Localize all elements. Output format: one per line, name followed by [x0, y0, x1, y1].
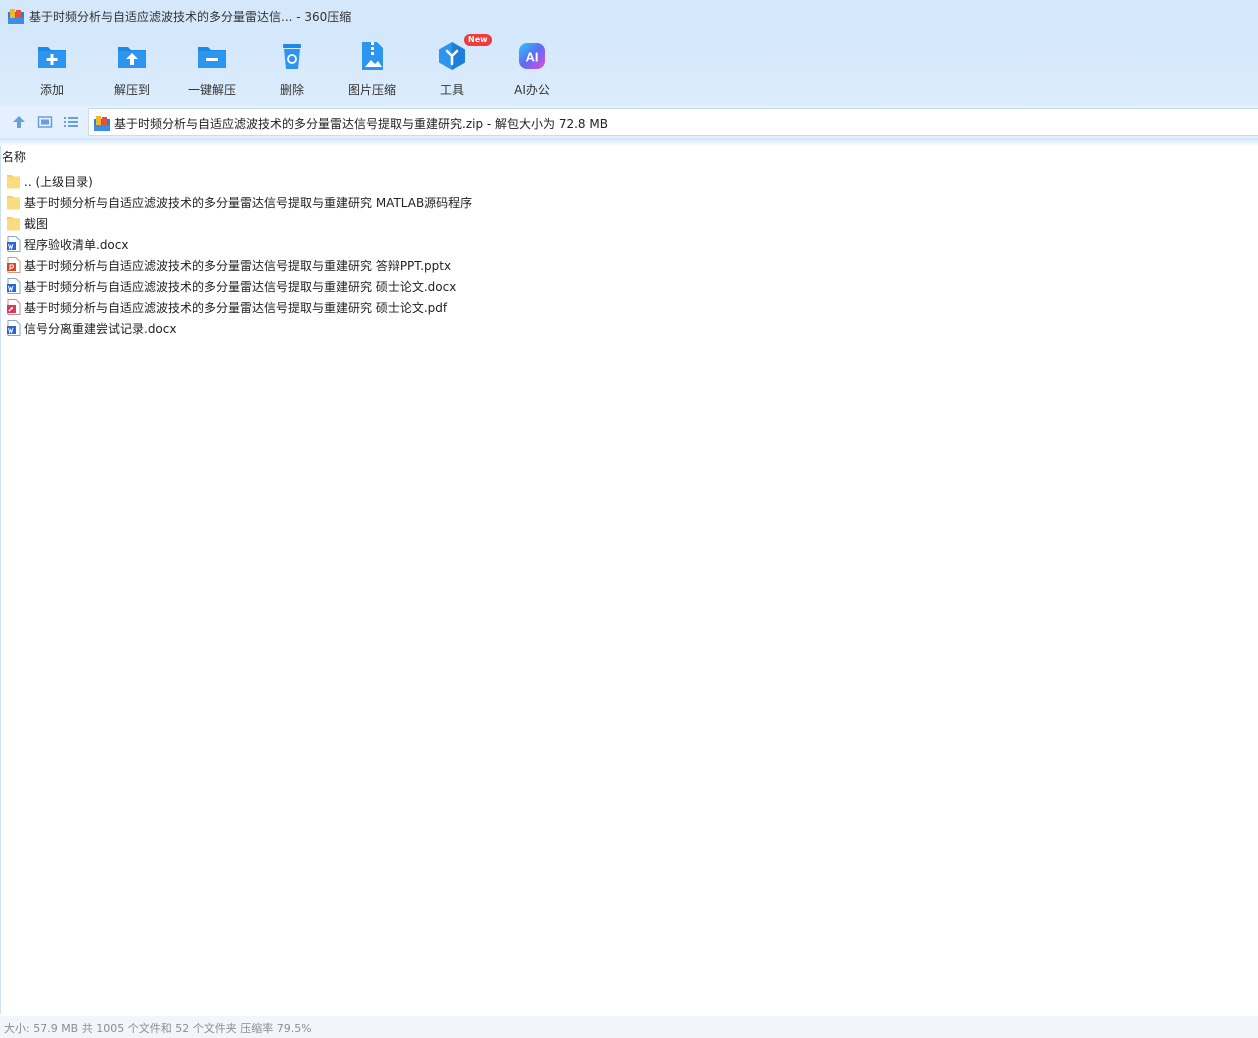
pdf-icon — [7, 299, 21, 315]
image-compress-label: 图片压缩 — [347, 83, 396, 97]
tools-icon — [439, 42, 465, 70]
file-list: 名称 .. (上级目录) 基于时频分析与自适应滤波技术的多分量雷达信号提取与重建… — [0, 146, 1258, 1014]
folder-icon — [7, 196, 20, 210]
status-bar: 大小: 57.9 MB 共 1005 个文件和 52 个文件夹 压缩率 79.5… — [0, 1016, 1258, 1038]
file-name: 基于时频分析与自适应滤波技术的多分量雷达信号提取与重建研究 硕士论文.pdf — [24, 301, 448, 315]
delete-icon — [283, 44, 301, 69]
tools-button[interactable]: New 工具 — [412, 34, 492, 102]
title-bar: 基于时频分析与自适应滤波技术的多分量雷达信... - 360压缩 — [0, 0, 1258, 34]
list-item[interactable]: 基于时频分析与自适应滤波技术的多分量雷达信号提取与重建研究 MATLAB源码程序 — [6, 191, 1246, 212]
file-name: .. (上级目录) — [24, 175, 93, 189]
word-document-icon — [7, 320, 21, 336]
window-title: 基于时频分析与自适应滤波技术的多分量雷达信... - 360压缩 — [29, 10, 352, 24]
list-item[interactable]: .. (上级目录) — [6, 170, 1246, 191]
image-compress-icon — [362, 42, 383, 70]
word-document-icon — [7, 278, 21, 294]
header-divider — [0, 138, 1258, 146]
powerpoint-icon — [7, 257, 21, 273]
list-item[interactable]: 程序验收清单.docx — [6, 233, 1246, 254]
file-name: 基于时频分析与自适应滤波技术的多分量雷达信号提取与重建研究 MATLAB源码程序 — [24, 196, 473, 210]
tools-label: 工具 — [439, 83, 464, 97]
file-name: 信号分离重建尝试记录.docx — [24, 322, 177, 336]
extract-to-label: 解压到 — [113, 83, 150, 97]
status-text: 大小: 57.9 MB 共 1005 个文件和 52 个文件夹 压缩率 79.5… — [4, 1022, 312, 1035]
delete-button[interactable]: 删除 — [252, 38, 332, 102]
svg-text:AI: AI — [526, 50, 539, 65]
list-item[interactable]: 基于时频分析与自适应滤波技术的多分量雷达信号提取与重建研究 硕士论文.pdf — [6, 296, 1246, 317]
one-click-extract-icon — [198, 47, 226, 68]
folder-icon — [7, 217, 20, 231]
list-item[interactable]: 信号分离重建尝试记录.docx — [6, 317, 1246, 338]
folder-icon — [7, 175, 20, 189]
address-bar: 基于时频分析与自适应滤波技术的多分量雷达信号提取与重建研究.zip - 解包大小… — [0, 106, 1258, 138]
up-arrow-icon[interactable] — [11, 114, 27, 130]
archive-path: 基于时频分析与自适应滤波技术的多分量雷达信号提取与重建研究.zip - 解包大小… — [114, 117, 608, 131]
list-item[interactable]: 基于时频分析与自适应滤波技术的多分量雷达信号提取与重建研究 硕士论文.docx — [6, 275, 1246, 296]
file-name: 截图 — [24, 217, 49, 231]
app-logo-icon — [8, 9, 24, 24]
word-document-icon — [7, 236, 21, 252]
list-item[interactable]: 基于时频分析与自适应滤波技术的多分量雷达信号提取与重建研究 答辩PPT.pptx — [6, 254, 1246, 275]
extract-to-icon — [118, 47, 146, 68]
ai-office-button[interactable]: AI AI办公 — [492, 38, 572, 102]
toolbar: 添加 解压到 一键解压 删除 图片压缩 New 工具 AI AI办公 — [0, 34, 1258, 106]
file-name: 基于时频分析与自适应滤波技术的多分量雷达信号提取与重建研究 答辩PPT.pptx — [24, 259, 452, 273]
file-name: 程序验收清单.docx — [24, 238, 129, 252]
file-name: 基于时频分析与自适应滤波技术的多分量雷达信号提取与重建研究 硕士论文.docx — [24, 280, 457, 294]
column-header-name[interactable]: 名称 — [2, 148, 26, 165]
one-click-extract-button[interactable]: 一键解压 — [172, 38, 252, 102]
delete-label: 删除 — [279, 83, 304, 97]
thumbnail-view-icon[interactable] — [37, 114, 53, 130]
address-field[interactable]: 基于时频分析与自适应滤波技术的多分量雷达信号提取与重建研究.zip - 解包大小… — [88, 108, 1258, 136]
add-label: 添加 — [39, 83, 64, 97]
extract-to-button[interactable]: 解压到 — [92, 38, 172, 102]
add-icon — [38, 47, 66, 68]
ai-office-label: AI办公 — [514, 83, 550, 97]
list-item[interactable]: 截图 — [6, 212, 1246, 233]
zip-archive-icon — [94, 116, 110, 131]
ai-office-icon: AI — [519, 43, 545, 69]
new-badge: New — [464, 34, 492, 46]
image-compress-button[interactable]: 图片压缩 — [332, 38, 412, 102]
list-view-icon[interactable] — [63, 114, 79, 130]
add-button[interactable]: 添加 — [12, 38, 92, 102]
one-click-extract-label: 一键解压 — [187, 83, 236, 97]
